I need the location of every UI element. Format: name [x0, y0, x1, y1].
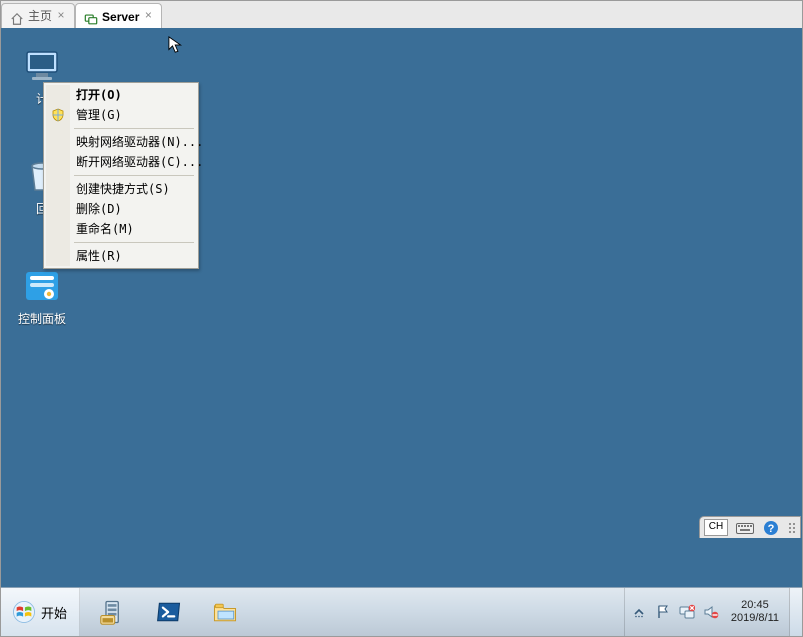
home-icon: [10, 10, 24, 24]
tab-label: Server: [102, 5, 139, 30]
windows-logo-icon: [13, 601, 35, 623]
tab-label: 主页: [28, 4, 52, 29]
ctx-label: 删除(D): [76, 202, 122, 216]
explorer-icon: [211, 598, 239, 626]
tray-action-center-button[interactable]: [655, 604, 671, 620]
ctx-item-create-shortcut[interactable]: 创建快捷方式(S): [46, 179, 196, 199]
context-menu-separator: [74, 128, 194, 129]
ctx-label: 管理(G): [76, 108, 122, 122]
taskbar-pin-server-manager[interactable]: [86, 592, 140, 632]
ime-lang-code: CH: [704, 519, 728, 536]
ctx-label: 打开(O): [76, 88, 122, 102]
server-icon: [84, 10, 98, 24]
network-error-icon: [679, 604, 695, 620]
tray-volume-button[interactable]: [703, 604, 719, 620]
taskbar-pinned-area: [80, 588, 258, 636]
ime-lang-button[interactable]: CH: [704, 519, 728, 537]
control-panel-icon: [22, 266, 62, 306]
ctx-item-delete[interactable]: 删除(D): [46, 199, 196, 219]
cursor-icon: [168, 36, 186, 54]
chevron-up-icon: [633, 606, 645, 618]
ctx-label: 映射网络驱动器(N)...: [76, 135, 203, 149]
desktop-icon-control-panel[interactable]: 控制面板: [7, 266, 77, 327]
powershell-icon: [155, 598, 183, 626]
start-button[interactable]: 开始: [1, 588, 80, 636]
ctx-label: 重命名(M): [76, 222, 134, 236]
context-menu: 打开(O) 管理(G) 映射网络驱动器(N)... 断开网络驱动器(C)...: [43, 82, 199, 269]
ctx-item-disconnect-drive[interactable]: 断开网络驱动器(C)...: [46, 152, 196, 172]
ime-bar: CH ?: [699, 516, 801, 538]
show-desktop-button[interactable]: [789, 588, 802, 636]
context-menu-separator: [74, 175, 194, 176]
grip-icon: [788, 521, 796, 535]
svg-text:?: ?: [768, 523, 775, 535]
ime-keyboard-button[interactable]: [736, 519, 754, 537]
start-label: 开始: [41, 603, 67, 622]
ime-options-button[interactable]: [788, 519, 796, 537]
ctx-item-open[interactable]: 打开(O): [46, 85, 196, 105]
clock-date: 2019/8/11: [731, 612, 779, 625]
clock-time: 20:45: [731, 599, 779, 612]
ctx-item-rename[interactable]: 重命名(M): [46, 219, 196, 239]
system-tray: 20:45 2019/8/11: [624, 588, 789, 636]
desktop-icon-label: 控制面板: [18, 312, 66, 326]
tab-home[interactable]: 主页 ×: [1, 3, 75, 29]
server-manager-icon: [99, 598, 127, 626]
taskbar: 开始: [1, 587, 802, 636]
computer-icon: [22, 46, 62, 86]
ime-help-button[interactable]: ?: [762, 519, 780, 537]
tray-show-hidden-button[interactable]: [631, 604, 647, 620]
keyboard-icon: [736, 521, 754, 535]
volume-muted-icon: [703, 604, 719, 620]
help-icon: ?: [763, 520, 779, 536]
tab-close-icon[interactable]: ×: [141, 9, 155, 23]
app-frame: 主页 × Server ×: [0, 0, 803, 637]
shield-icon: [51, 108, 65, 122]
ctx-label: 断开网络驱动器(C)...: [76, 155, 203, 169]
taskbar-pin-explorer[interactable]: [198, 592, 252, 632]
taskbar-spacer: [258, 588, 624, 636]
ctx-item-manage[interactable]: 管理(G): [46, 105, 196, 125]
context-menu-separator: [74, 242, 194, 243]
ctx-item-properties[interactable]: 属性(R): [46, 246, 196, 266]
taskbar-clock[interactable]: 20:45 2019/8/11: [727, 599, 783, 625]
tab-strip: 主页 × Server ×: [1, 1, 802, 29]
ctx-item-map-drive[interactable]: 映射网络驱动器(N)...: [46, 132, 196, 152]
tray-network-button[interactable]: [679, 604, 695, 620]
tab-close-icon[interactable]: ×: [54, 9, 68, 23]
flag-icon: [655, 604, 671, 620]
taskbar-pin-powershell[interactable]: [142, 592, 196, 632]
remote-desktop[interactable]: 计 回 控制面板 打开(O): [1, 28, 802, 587]
ctx-label: 创建快捷方式(S): [76, 182, 170, 196]
ctx-label: 属性(R): [76, 249, 122, 263]
tab-server[interactable]: Server ×: [75, 3, 162, 31]
